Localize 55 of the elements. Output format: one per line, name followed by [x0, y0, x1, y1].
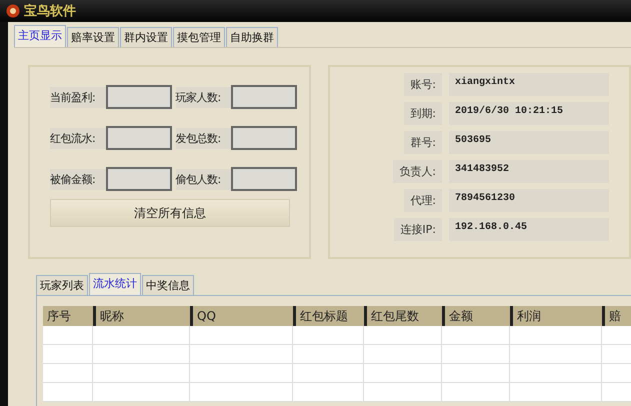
stat-label: 发包总数: — [176, 128, 231, 148]
table-cell — [293, 326, 364, 345]
account-label: 群号: — [404, 131, 442, 154]
tab[interactable]: 自助换群 — [226, 27, 278, 47]
account-value: 2019/6/30 10:21:15 — [449, 102, 609, 125]
stat-label: 红包流水: — [50, 128, 106, 148]
account-value: 503695 — [449, 131, 609, 154]
table-cell — [43, 383, 93, 402]
tab[interactable]: 主页显示 — [14, 25, 66, 47]
stat-field[interactable] — [231, 167, 297, 191]
table-cell — [293, 345, 364, 364]
window-title: 宝鸟软件 — [24, 2, 76, 20]
table-cell — [43, 364, 93, 383]
stat-field[interactable] — [106, 167, 172, 191]
table-cell — [293, 364, 364, 383]
table-cell — [442, 364, 510, 383]
stat-field[interactable] — [231, 126, 297, 150]
tab[interactable]: 中奖信息 — [142, 275, 194, 295]
table-cell — [43, 345, 93, 364]
account-value: xiangxintx — [449, 73, 609, 96]
table-cell — [43, 326, 93, 345]
column-header[interactable]: 昵称 — [93, 306, 190, 326]
table-cell — [442, 383, 510, 402]
account-label: 账号: — [404, 73, 442, 96]
stat-label: 当前盈利: — [50, 86, 106, 108]
stat-field[interactable] — [231, 85, 297, 109]
tab[interactable]: 玩家列表 — [36, 275, 88, 295]
account-value: 341483952 — [449, 160, 609, 183]
app-logo-icon — [6, 4, 20, 18]
stat-field[interactable] — [106, 126, 172, 150]
tab[interactable]: 摸包管理 — [173, 27, 225, 47]
account-label: 连接IP: — [394, 218, 442, 241]
column-header[interactable]: 序号 — [43, 306, 93, 326]
stat-label: 偷包人数: — [176, 168, 231, 190]
column-header[interactable]: 利润 — [510, 306, 602, 326]
tab[interactable]: 群内设置 — [120, 27, 172, 47]
stat-label: 被偷金额: — [50, 168, 106, 190]
stat-field[interactable] — [106, 85, 172, 109]
account-label: 代理: — [404, 189, 442, 212]
column-header[interactable]: 红包标题 — [293, 306, 364, 326]
tab[interactable]: 流水统计 — [89, 273, 141, 295]
account-label: 负责人: — [393, 160, 442, 183]
column-header[interactable]: 红包尾数 — [364, 306, 442, 326]
column-header[interactable]: QQ — [190, 306, 293, 326]
table-cell — [442, 345, 510, 364]
column-header[interactable]: 赔 — [602, 306, 631, 326]
table-cell — [293, 383, 364, 402]
stat-label: 玩家人数: — [176, 86, 231, 108]
account-label: 到期: — [404, 102, 442, 125]
column-header[interactable]: 金额 — [442, 306, 510, 326]
account-value: 7894561230 — [449, 189, 609, 212]
account-value: 192.168.0.45 — [449, 218, 609, 241]
table-cell — [442, 326, 510, 345]
clear-button[interactable]: 清空所有信息 — [50, 199, 290, 227]
tab[interactable]: 赔率设置 — [67, 27, 119, 47]
